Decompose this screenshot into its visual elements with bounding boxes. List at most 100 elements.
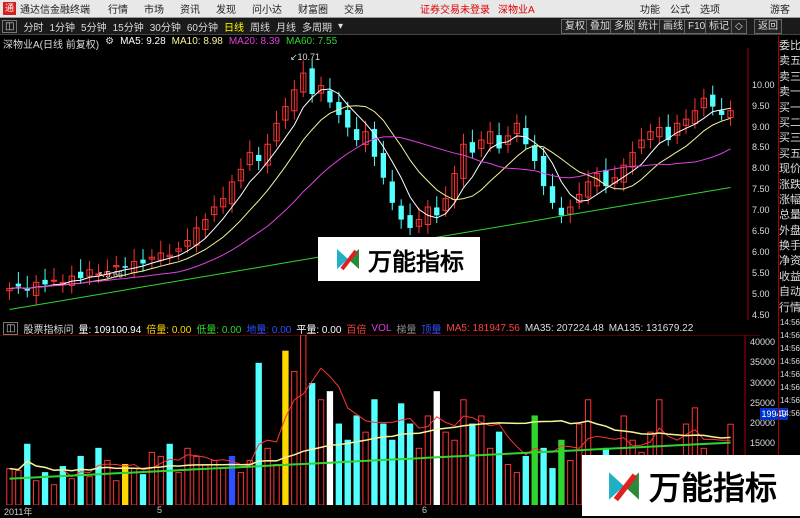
menu-jiaoyi[interactable]: 交易 [344, 1, 364, 16]
more-icon[interactable]: ▾ [338, 21, 343, 32]
ma60-label: MA60: 7.55 [285, 36, 338, 47]
side-panel-item[interactable]: 卖五 [779, 54, 800, 69]
side-panel-item[interactable]: 14:56 [779, 394, 800, 407]
volume-bar [184, 447, 191, 505]
tf-fenshi[interactable]: 分时 [23, 19, 43, 34]
watermark-text-2: 万能指标 [648, 469, 777, 506]
volume-bar [211, 459, 218, 505]
volume-bar [255, 362, 262, 505]
volume-bar [15, 470, 22, 505]
candle-down [407, 215, 413, 228]
price-tick-label: 5.00 [752, 288, 770, 299]
diamond-icon[interactable]: ◇ [731, 19, 747, 34]
huaxian-button[interactable]: 画线 [659, 19, 687, 34]
vol-beiliang: 倍量: 0.00 [146, 324, 192, 336]
panel-toggle-icon[interactable]: ◫ [3, 321, 19, 335]
side-panel-item[interactable]: 买三 [779, 131, 800, 146]
tongji-button[interactable]: 统计 [634, 19, 662, 34]
volume-bar [300, 335, 307, 505]
side-panel-item[interactable]: 14:56 [779, 407, 800, 420]
tf-multi[interactable]: 多周期 [302, 19, 332, 34]
tf-15min[interactable]: 15分钟 [113, 19, 144, 34]
volume-bar [130, 468, 138, 505]
side-panel-item[interactable]: 收益 [779, 270, 800, 285]
tf-60min[interactable]: 60分钟 [187, 19, 218, 34]
side-panel-item[interactable]: 买二 [779, 116, 800, 131]
side-panel-item[interactable]: 行情 [779, 301, 800, 316]
side-panel-item[interactable]: 净资 [779, 254, 800, 269]
volume-bar [77, 455, 84, 505]
volume-bar [308, 383, 316, 505]
login-status[interactable]: 证券交易未登录 [420, 1, 490, 16]
volume-bar [344, 439, 351, 505]
menu-shichang[interactable]: 市场 [144, 1, 164, 16]
menu-hangqing[interactable]: 行情 [108, 1, 128, 16]
vol-dingliang: 顶量 [421, 324, 442, 336]
volume-bar [442, 431, 449, 505]
side-panel-item[interactable]: 14:56 [779, 342, 800, 355]
menu-caifuquan[interactable]: 财富圈 [298, 1, 328, 16]
volume-bar [50, 484, 58, 505]
volume-bar [433, 391, 440, 505]
side-panel-item[interactable]: 换手 [779, 239, 800, 254]
menu-gongneng[interactable]: 功能 [640, 1, 660, 16]
candle-down [710, 94, 716, 107]
side-panel-item[interactable]: 现价 [779, 162, 800, 177]
tf-30min[interactable]: 30分钟 [150, 19, 181, 34]
menu-gongshi[interactable]: 公式 [670, 1, 690, 16]
side-panel-item[interactable]: 14:56 [779, 316, 800, 329]
menu-faxian[interactable]: 发现 [216, 1, 236, 16]
side-panel-item[interactable]: 总量 [779, 208, 800, 223]
low-annotation: ↖5.66 [98, 269, 123, 279]
tf-monthly[interactable]: 月线 [276, 19, 296, 34]
volume-bar [219, 468, 227, 505]
candle-down [327, 90, 333, 103]
side-panel-item[interactable]: 14:56 [779, 381, 800, 394]
vol-pingliang: 平量: 0.00 [296, 324, 342, 336]
candle-down [42, 279, 48, 285]
back-button[interactable]: 返回 [754, 19, 782, 34]
vol-liang: 量: 109100.94 [78, 324, 142, 336]
ma5-label: MA5: 9.28 [120, 36, 166, 47]
layout-icon[interactable]: ◫ [2, 19, 18, 33]
menu-zixun[interactable]: 资讯 [180, 1, 200, 16]
user-label[interactable]: 游客 [770, 1, 790, 16]
volume-bar [478, 415, 485, 505]
side-panel-item[interactable]: 14:56 [779, 368, 800, 381]
period-toolbar: ◫ 分时 1分钟 5分钟 15分钟 30分钟 60分钟 日线 周线 月线 多周期… [0, 18, 800, 35]
tf-daily[interactable]: 日线 [224, 19, 244, 34]
menu-wenxiaoda[interactable]: 问小达 [252, 1, 282, 16]
vol-tiliang: 梯量 [396, 324, 417, 336]
tf-weekly[interactable]: 周线 [250, 19, 270, 34]
side-panel-item[interactable]: 卖一 [779, 85, 800, 100]
biaoji-button[interactable]: 标记 [705, 19, 733, 34]
volume-bar [122, 464, 129, 505]
tf-5min[interactable]: 5分钟 [81, 19, 107, 34]
candle-down [434, 207, 440, 216]
side-panel-item[interactable]: 14:56 [779, 355, 800, 368]
candle-down [353, 129, 360, 141]
price-tick-label: 7.50 [752, 184, 770, 195]
side-panel-item[interactable]: 委比 [779, 39, 800, 54]
candle-down [469, 142, 476, 153]
volume-bar [139, 474, 147, 505]
side-panel-item[interactable]: 买一 [779, 101, 800, 116]
side-panel-item[interactable]: 卖三 [779, 70, 800, 85]
candle-down [540, 155, 547, 187]
side-panel-item[interactable]: 14:56 [779, 329, 800, 342]
side-panel-item[interactable]: 涨跌 [779, 178, 800, 193]
settings-icon[interactable]: ⚙ [105, 36, 114, 48]
fuquan-button[interactable]: 复权 [561, 19, 589, 34]
side-panel-item[interactable]: 自动 [779, 285, 800, 300]
volume-bar [166, 443, 173, 505]
side-panel-item[interactable]: 买五 [779, 147, 800, 162]
price-tick-label: 5.50 [752, 267, 770, 278]
volume-bar [24, 443, 31, 505]
menu-xuanxiang[interactable]: 选项 [700, 1, 720, 16]
side-panel-item[interactable]: 外盘 [779, 224, 800, 239]
volume-bar [68, 478, 75, 505]
volume-bar [326, 391, 334, 505]
side-panel-item[interactable]: 涨幅 [779, 193, 800, 208]
vol-baibei: 百倍 [346, 324, 367, 336]
tf-1min[interactable]: 1分钟 [49, 19, 75, 34]
